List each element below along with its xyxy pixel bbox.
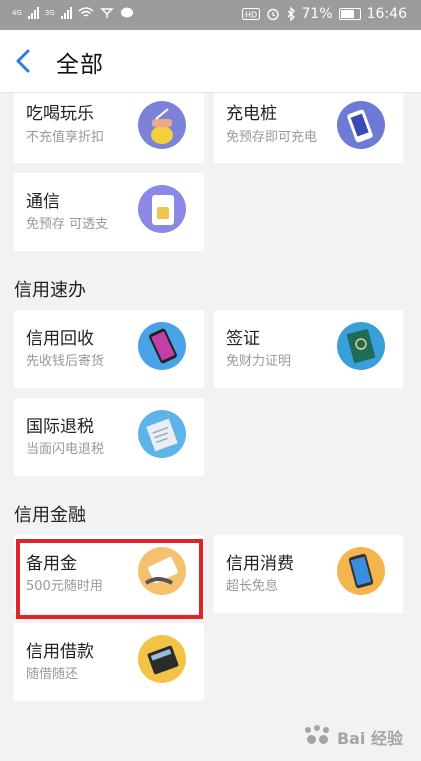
page-title: 全部 bbox=[56, 52, 104, 78]
phone-icon bbox=[138, 322, 186, 370]
service-desc: 超长免息 bbox=[226, 579, 279, 594]
back-button[interactable] bbox=[12, 48, 38, 74]
service-desc: 500元随时用 bbox=[26, 579, 103, 594]
service-desc: 不充值享折扣 bbox=[26, 130, 105, 145]
hd-icon: HD bbox=[241, 8, 260, 20]
alarm-icon bbox=[266, 8, 279, 21]
phone-pay-icon bbox=[337, 547, 385, 595]
service-name: 吃喝玩乐 bbox=[26, 104, 94, 124]
service-card-charging[interactable]: 充电桩 免预存即可充电 bbox=[214, 93, 403, 163]
status-right: HD 71% 16:46 bbox=[241, 6, 407, 22]
clock-time: 16:46 bbox=[366, 6, 407, 22]
service-name: 通信 bbox=[26, 192, 60, 212]
back-arrow-icon bbox=[16, 49, 30, 73]
signal-bars-1-icon bbox=[27, 7, 39, 19]
paw-logo-icon bbox=[303, 725, 333, 749]
battery-icon bbox=[338, 8, 361, 20]
bluetooth-icon bbox=[287, 7, 295, 21]
watermark-text: Bai 经验 bbox=[336, 729, 403, 748]
service-name: 备用金 bbox=[26, 554, 77, 574]
card-in-hand-icon bbox=[138, 547, 186, 595]
service-desc: 免预存 可透支 bbox=[26, 217, 109, 232]
service-card-visa[interactable]: 签证 免财力证明 bbox=[214, 310, 403, 388]
service-card-credit-loan[interactable]: 信用借款 随借随还 bbox=[14, 623, 204, 701]
service-name: 国际退税 bbox=[26, 417, 94, 437]
content-area[interactable]: 吃喝玩乐 不充值享折扣 充电桩 免预存即可充电 通信 免预存 可透支 信用速办 … bbox=[0, 93, 421, 761]
svg-text:HD: HD bbox=[245, 11, 257, 20]
service-name: 信用借款 bbox=[26, 642, 94, 662]
service-card-telecom[interactable]: 通信 免预存 可透支 bbox=[14, 173, 204, 251]
service-card-reserve-fund[interactable]: 备用金 500元随时用 bbox=[14, 535, 204, 613]
message-icon bbox=[120, 7, 133, 18]
service-name: 充电桩 bbox=[226, 104, 277, 124]
service-name: 信用回收 bbox=[26, 329, 94, 349]
service-desc: 免财力证明 bbox=[226, 354, 292, 369]
header: 全部 bbox=[0, 30, 421, 93]
receipt-icon bbox=[138, 410, 186, 458]
service-desc: 当面闪电退税 bbox=[26, 442, 105, 457]
signal-bars-2-icon bbox=[60, 7, 72, 19]
status-bar: 4G 3G HD 71% 16:46 bbox=[0, 0, 421, 30]
service-card-credit-consume[interactable]: 信用消费 超长免息 bbox=[214, 535, 403, 613]
status-left: 4G 3G bbox=[12, 7, 134, 19]
powerbank-icon bbox=[337, 101, 385, 149]
service-desc: 先收钱后寄货 bbox=[26, 354, 105, 369]
notification-icon bbox=[100, 8, 114, 18]
calculator-icon bbox=[138, 635, 186, 683]
service-desc: 免预存即可充电 bbox=[226, 130, 318, 145]
sim-card-icon bbox=[138, 185, 186, 233]
drink-icon bbox=[138, 101, 186, 149]
passport-icon bbox=[337, 322, 385, 370]
service-card-tax-refund[interactable]: 国际退税 当面闪电退税 bbox=[14, 398, 204, 476]
wifi-icon bbox=[78, 7, 94, 17]
service-card-recycle[interactable]: 信用回收 先收钱后寄货 bbox=[14, 310, 204, 388]
service-name: 信用消费 bbox=[226, 554, 294, 574]
service-card-food[interactable]: 吃喝玩乐 不充值享折扣 bbox=[14, 93, 204, 163]
watermark: Bai 经验 bbox=[303, 725, 403, 749]
section-title-credit-fast: 信用速办 bbox=[14, 280, 86, 301]
signal-type-2: 3G bbox=[44, 8, 55, 17]
service-name: 签证 bbox=[226, 329, 260, 349]
signal-type-1: 4G bbox=[12, 8, 22, 17]
service-desc: 随借随还 bbox=[26, 667, 79, 682]
battery-percent: 71% bbox=[301, 6, 333, 22]
section-title-credit-finance: 信用金融 bbox=[14, 505, 86, 526]
